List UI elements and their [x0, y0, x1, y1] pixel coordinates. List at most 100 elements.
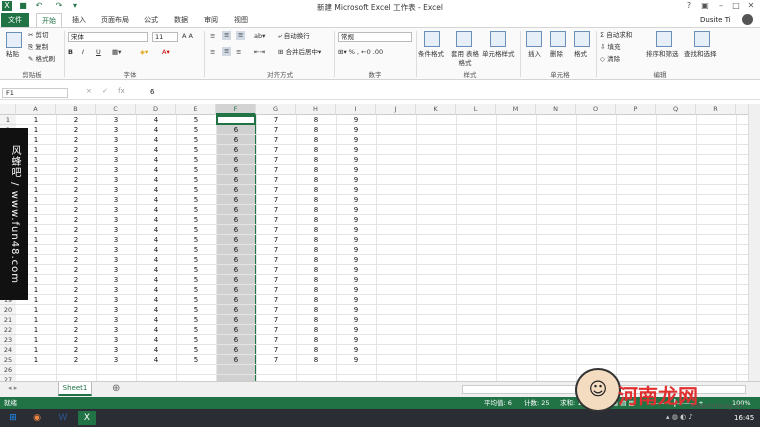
cell-i10[interactable]: 9 [336, 205, 376, 215]
cell-c20[interactable]: 3 [96, 305, 136, 315]
cell-i7[interactable]: 9 [336, 175, 376, 185]
underline-button[interactable]: U [96, 48, 101, 57]
cell-f18[interactable]: 6 [216, 285, 256, 295]
cell-h8[interactable]: 8 [296, 185, 336, 195]
cell-b14[interactable]: 2 [56, 245, 96, 255]
format-cells-button[interactable]: 格式 [574, 50, 587, 59]
row-header[interactable]: 26 [0, 365, 16, 375]
cell-f6[interactable]: 6 [216, 165, 256, 175]
cell-e17[interactable]: 5 [176, 275, 216, 285]
cell-f8[interactable]: 6 [216, 185, 256, 195]
cell-c17[interactable]: 3 [96, 275, 136, 285]
cell-styles-icon[interactable] [490, 31, 506, 47]
cell-f25[interactable]: 6 [216, 355, 256, 365]
cell-d20[interactable]: 4 [136, 305, 176, 315]
cell-g5[interactable]: 7 [256, 155, 296, 165]
cell-i23[interactable]: 9 [336, 335, 376, 345]
cell-h12[interactable]: 8 [296, 225, 336, 235]
cell-i17[interactable]: 9 [336, 275, 376, 285]
help-icon[interactable]: ? [684, 1, 694, 11]
center-align-icon[interactable]: ≡ [222, 47, 232, 56]
cell-i8[interactable]: 9 [336, 185, 376, 195]
cell-i24[interactable]: 9 [336, 345, 376, 355]
row-header[interactable]: 21 [0, 315, 16, 325]
cell-g9[interactable]: 7 [256, 195, 296, 205]
cell-a22[interactable]: 1 [16, 325, 56, 335]
cell-e15[interactable]: 5 [176, 255, 216, 265]
cell-f17[interactable]: 6 [216, 275, 256, 285]
number-format-icons[interactable]: ⊞▾ % , ←0 .00 [338, 48, 383, 57]
cell-b10[interactable]: 2 [56, 205, 96, 215]
cell-g7[interactable]: 7 [256, 175, 296, 185]
cell-i12[interactable]: 9 [336, 225, 376, 235]
cell-h23[interactable]: 8 [296, 335, 336, 345]
row-header[interactable]: 25 [0, 355, 16, 365]
minimize-icon[interactable]: – [716, 1, 726, 11]
cell-g1[interactable]: 7 [256, 115, 296, 125]
cell-b4[interactable]: 2 [56, 145, 96, 155]
avatar[interactable] [742, 14, 753, 25]
cell-c14[interactable]: 3 [96, 245, 136, 255]
cell-b18[interactable]: 2 [56, 285, 96, 295]
cell-g14[interactable]: 7 [256, 245, 296, 255]
cell-f15[interactable]: 6 [216, 255, 256, 265]
cell-f4[interactable]: 6 [216, 145, 256, 155]
sheet-nav-icons[interactable]: ◂ ▸ [8, 384, 17, 392]
cell-c1[interactable]: 3 [96, 115, 136, 125]
middle-align-icon[interactable]: ≡ [222, 31, 232, 40]
cell-g18[interactable]: 7 [256, 285, 296, 295]
cell-h18[interactable]: 8 [296, 285, 336, 295]
cell-e9[interactable]: 5 [176, 195, 216, 205]
merge-center-button[interactable]: ⊞ 合并后居中▾ [278, 48, 321, 57]
cell-c19[interactable]: 3 [96, 295, 136, 305]
cell-b5[interactable]: 2 [56, 155, 96, 165]
cell-b24[interactable]: 2 [56, 345, 96, 355]
cell-b16[interactable]: 2 [56, 265, 96, 275]
row-header[interactable]: 24 [0, 345, 16, 355]
cell-g11[interactable]: 7 [256, 215, 296, 225]
cell-g15[interactable]: 7 [256, 255, 296, 265]
ribbon-display-icon[interactable]: ▣ [700, 1, 710, 11]
cell-e14[interactable]: 5 [176, 245, 216, 255]
cell-h6[interactable]: 8 [296, 165, 336, 175]
cell-g16[interactable]: 7 [256, 265, 296, 275]
cell-g24[interactable]: 7 [256, 345, 296, 355]
cell-h5[interactable]: 8 [296, 155, 336, 165]
cell-i4[interactable]: 9 [336, 145, 376, 155]
cell-d2[interactable]: 4 [136, 125, 176, 135]
cell-a1[interactable]: 1 [16, 115, 56, 125]
cell-f10[interactable]: 6 [216, 205, 256, 215]
cell-d4[interactable]: 4 [136, 145, 176, 155]
cell-g10[interactable]: 7 [256, 205, 296, 215]
maximize-icon[interactable]: □ [731, 1, 741, 11]
cell-c16[interactable]: 3 [96, 265, 136, 275]
cell-d8[interactable]: 4 [136, 185, 176, 195]
cell-i11[interactable]: 9 [336, 215, 376, 225]
conditional-format-button[interactable]: 条件格式 [418, 50, 444, 59]
start-icon[interactable]: ⊞ [4, 411, 22, 425]
cell-e23[interactable]: 5 [176, 335, 216, 345]
cell-c5[interactable]: 3 [96, 155, 136, 165]
cell-g2[interactable]: 7 [256, 125, 296, 135]
paste-icon[interactable] [6, 32, 22, 48]
cell-b7[interactable]: 2 [56, 175, 96, 185]
cell-b9[interactable]: 2 [56, 195, 96, 205]
close-icon[interactable]: ✕ [746, 1, 756, 11]
cell-b19[interactable]: 2 [56, 295, 96, 305]
active-cell[interactable] [216, 115, 256, 125]
row-header[interactable]: 20 [0, 305, 16, 315]
cell-g3[interactable]: 7 [256, 135, 296, 145]
cell-f16[interactable]: 6 [216, 265, 256, 275]
sort-filter-button[interactable]: 排序和筛选 [646, 50, 679, 59]
cell-e7[interactable]: 5 [176, 175, 216, 185]
italic-button[interactable]: I [82, 48, 84, 57]
cell-g20[interactable]: 7 [256, 305, 296, 315]
cell-i20[interactable]: 9 [336, 305, 376, 315]
cell-g6[interactable]: 7 [256, 165, 296, 175]
copy-button[interactable]: ⎘ 复制 [28, 43, 48, 52]
format-cells-icon[interactable] [574, 31, 590, 47]
cell-h25[interactable]: 8 [296, 355, 336, 365]
cell-i6[interactable]: 9 [336, 165, 376, 175]
cell-e1[interactable]: 5 [176, 115, 216, 125]
formula-input[interactable]: 6 [150, 88, 154, 96]
